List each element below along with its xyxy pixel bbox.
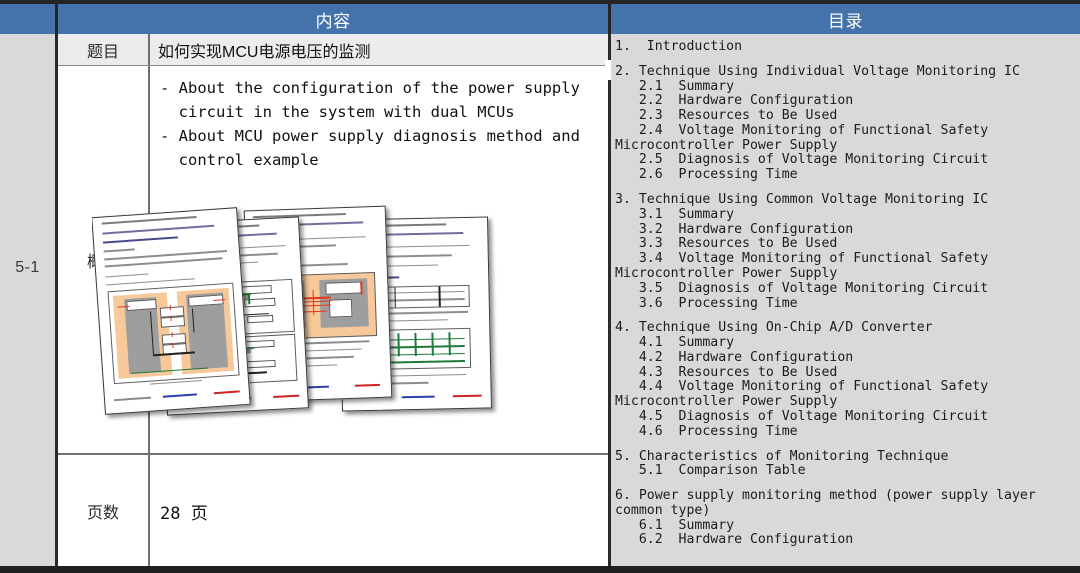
overview-bullets: - About the configuration of the power s… [150,66,611,172]
toc-line[interactable]: 4. Technique Using On-Chip A/D Converter [615,321,1078,336]
toc-line[interactable]: 5.1 Comparison Table [615,464,1078,479]
toc-group: 3. Technique Using Common Voltage Monito… [615,193,1078,311]
toc-line[interactable]: 1. Introduction [615,40,1078,55]
header-content-title: 内容 [58,4,608,34]
toc-line[interactable]: 2.3 Resources to Be Used [615,109,1078,124]
slide-index-cell: 5-1 [0,34,55,566]
toc-line[interactable]: 3. Technique Using Common Voltage Monito… [615,193,1078,208]
toc-line[interactable]: 3.4 Voltage Monitoring of Functional Saf… [615,252,1078,267]
toc-group: 4. Technique Using On-Chip A/D Converter… [615,321,1078,439]
toc-group: 5. Characteristics of Monitoring Techniq… [615,450,1078,480]
toc-line[interactable]: 2.5 Diagnosis of Voltage Monitoring Circ… [615,153,1078,168]
document-title-text: 如何实现MCU电源电压的监测 [150,34,611,62]
slide-root: 内容 目录 5-1 题目 如何实现MCU电源电压的监测 概述 - About t… [0,0,1080,573]
toc-line[interactable]: 4.1 Summary [615,336,1078,351]
toc-line[interactable]: 3.3 Resources to Be Used [615,237,1078,252]
table-row-pages: 页数 28 页 [58,455,611,566]
bottom-rule [0,566,1080,573]
toc-line[interactable]: 2.1 Summary [615,80,1078,95]
toc-line[interactable]: 4.6 Processing Time [615,425,1078,440]
document-thumbnail-1 [92,207,251,415]
row-cell-pages: 28 页 [150,455,611,566]
toc-group: 2. Technique Using Individual Voltage Mo… [615,65,1078,183]
toc-line[interactable]: Microcontroller Power Supply [615,139,1078,154]
toc-panel: 1. Introduction 2. Technique Using Indivi… [611,34,1080,566]
toc-line[interactable]: 5. Characteristics of Monitoring Techniq… [615,450,1078,465]
toc-line[interactable]: 6.1 Summary [615,519,1078,534]
toc-line[interactable]: Microcontroller Power Supply [615,267,1078,282]
table-row-title: 题目 如何实现MCU电源电压的监测 [58,34,611,66]
toc-group: 6. Power supply monitoring method (power… [615,489,1078,548]
page-count-value: 28 页 [150,455,611,524]
toc-group: 1. Introduction [615,40,1078,55]
toc-line[interactable]: 4.2 Hardware Configuration [615,351,1078,366]
document-preview-thumbnails [92,200,553,425]
toc-line[interactable]: 3.5 Diagnosis of Voltage Monitoring Circ… [615,282,1078,297]
toc-line[interactable]: 2.4 Voltage Monitoring of Functional Saf… [615,124,1078,139]
toc-line[interactable]: 2. Technique Using Individual Voltage Mo… [615,65,1078,80]
row-cell-title: 如何实现MCU电源电压的监测 [150,34,611,65]
toc-line[interactable]: 2.2 Hardware Configuration [615,94,1078,109]
header-toc-title: 目录 [611,4,1080,34]
toc-line[interactable]: common type) [615,504,1078,519]
toc-line[interactable]: 4.5 Diagnosis of Voltage Monitoring Circ… [615,410,1078,425]
toc-line[interactable]: 2.6 Processing Time [615,168,1078,183]
row-label-title: 题目 [58,34,150,65]
toc-line[interactable]: 4.4 Voltage Monitoring of Functional Saf… [615,380,1078,395]
slide-index-value: 5-1 [15,259,40,277]
toc-line[interactable]: 6. Power supply monitoring method (power… [615,489,1078,504]
toc-line[interactable]: 6.2 Hardware Configuration [615,533,1078,548]
header-index-cell [0,4,55,34]
toc-line[interactable]: 4.3 Resources to Be Used [615,366,1078,381]
toc-list: 1. Introduction 2. Technique Using Indivi… [611,34,1080,548]
toc-line[interactable]: Microcontroller Power Supply [615,395,1078,410]
row-label-pages: 页数 [58,455,150,566]
toc-line[interactable]: 3.2 Hardware Configuration [615,223,1078,238]
toc-line[interactable]: 3.6 Processing Time [615,297,1078,312]
toc-line[interactable]: 3.1 Summary [615,208,1078,223]
